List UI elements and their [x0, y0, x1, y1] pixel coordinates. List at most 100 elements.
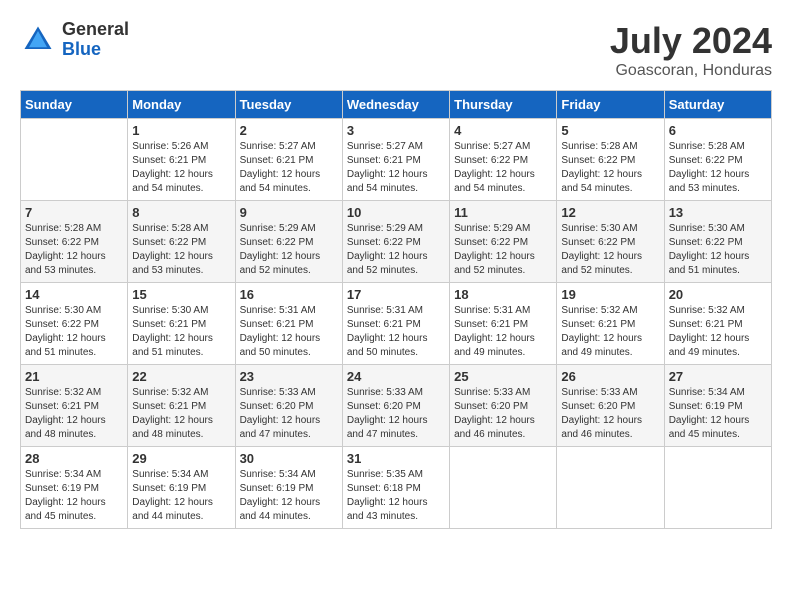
day-info: Sunrise: 5:33 AMSunset: 6:20 PMDaylight:…	[454, 386, 552, 442]
day-number: 21	[25, 369, 123, 384]
col-thursday: Thursday	[450, 91, 557, 119]
day-number: 11	[454, 205, 552, 220]
calendar-week-row: 14 Sunrise: 5:30 AMSunset: 6:22 PMDaylig…	[21, 283, 772, 365]
calendar-table: Sunday Monday Tuesday Wednesday Thursday…	[20, 90, 772, 529]
day-number: 1	[132, 123, 230, 138]
header: General Blue July 2024 Goascoran, Hondur…	[20, 20, 772, 80]
day-number: 31	[347, 451, 445, 466]
day-info: Sunrise: 5:32 AMSunset: 6:21 PMDaylight:…	[561, 304, 659, 360]
col-sunday: Sunday	[21, 91, 128, 119]
day-info: Sunrise: 5:28 AMSunset: 6:22 PMDaylight:…	[669, 140, 767, 196]
day-info: Sunrise: 5:34 AMSunset: 6:19 PMDaylight:…	[132, 468, 230, 524]
day-number: 6	[669, 123, 767, 138]
table-row	[21, 119, 128, 201]
col-friday: Friday	[557, 91, 664, 119]
table-row: 29 Sunrise: 5:34 AMSunset: 6:19 PMDaylig…	[128, 447, 235, 529]
day-info: Sunrise: 5:32 AMSunset: 6:21 PMDaylight:…	[132, 386, 230, 442]
table-row: 1 Sunrise: 5:26 AMSunset: 6:21 PMDayligh…	[128, 119, 235, 201]
col-monday: Monday	[128, 91, 235, 119]
table-row: 3 Sunrise: 5:27 AMSunset: 6:21 PMDayligh…	[342, 119, 449, 201]
table-row: 9 Sunrise: 5:29 AMSunset: 6:22 PMDayligh…	[235, 201, 342, 283]
day-info: Sunrise: 5:28 AMSunset: 6:22 PMDaylight:…	[561, 140, 659, 196]
day-number: 15	[132, 287, 230, 302]
table-row: 6 Sunrise: 5:28 AMSunset: 6:22 PMDayligh…	[664, 119, 771, 201]
table-row	[664, 447, 771, 529]
day-number: 16	[240, 287, 338, 302]
day-number: 29	[132, 451, 230, 466]
table-row	[450, 447, 557, 529]
calendar-week-row: 7 Sunrise: 5:28 AMSunset: 6:22 PMDayligh…	[21, 201, 772, 283]
day-info: Sunrise: 5:35 AMSunset: 6:18 PMDaylight:…	[347, 468, 445, 524]
day-info: Sunrise: 5:33 AMSunset: 6:20 PMDaylight:…	[347, 386, 445, 442]
table-row: 25 Sunrise: 5:33 AMSunset: 6:20 PMDaylig…	[450, 365, 557, 447]
day-number: 13	[669, 205, 767, 220]
table-row: 24 Sunrise: 5:33 AMSunset: 6:20 PMDaylig…	[342, 365, 449, 447]
table-row: 17 Sunrise: 5:31 AMSunset: 6:21 PMDaylig…	[342, 283, 449, 365]
calendar-header-row: Sunday Monday Tuesday Wednesday Thursday…	[21, 91, 772, 119]
day-info: Sunrise: 5:29 AMSunset: 6:22 PMDaylight:…	[454, 222, 552, 278]
table-row: 26 Sunrise: 5:33 AMSunset: 6:20 PMDaylig…	[557, 365, 664, 447]
month-year-title: July 2024	[610, 20, 772, 62]
day-info: Sunrise: 5:33 AMSunset: 6:20 PMDaylight:…	[561, 386, 659, 442]
day-info: Sunrise: 5:28 AMSunset: 6:22 PMDaylight:…	[132, 222, 230, 278]
day-number: 17	[347, 287, 445, 302]
day-info: Sunrise: 5:34 AMSunset: 6:19 PMDaylight:…	[240, 468, 338, 524]
day-number: 14	[25, 287, 123, 302]
day-info: Sunrise: 5:34 AMSunset: 6:19 PMDaylight:…	[25, 468, 123, 524]
day-number: 2	[240, 123, 338, 138]
day-info: Sunrise: 5:31 AMSunset: 6:21 PMDaylight:…	[240, 304, 338, 360]
logo: General Blue	[20, 20, 129, 60]
table-row: 5 Sunrise: 5:28 AMSunset: 6:22 PMDayligh…	[557, 119, 664, 201]
calendar-week-row: 21 Sunrise: 5:32 AMSunset: 6:21 PMDaylig…	[21, 365, 772, 447]
day-info: Sunrise: 5:27 AMSunset: 6:21 PMDaylight:…	[347, 140, 445, 196]
logo-icon	[20, 22, 56, 58]
day-number: 5	[561, 123, 659, 138]
table-row: 11 Sunrise: 5:29 AMSunset: 6:22 PMDaylig…	[450, 201, 557, 283]
day-info: Sunrise: 5:29 AMSunset: 6:22 PMDaylight:…	[347, 222, 445, 278]
logo-blue-text: Blue	[62, 39, 101, 59]
table-row: 7 Sunrise: 5:28 AMSunset: 6:22 PMDayligh…	[21, 201, 128, 283]
day-number: 22	[132, 369, 230, 384]
day-number: 4	[454, 123, 552, 138]
table-row: 4 Sunrise: 5:27 AMSunset: 6:22 PMDayligh…	[450, 119, 557, 201]
day-info: Sunrise: 5:31 AMSunset: 6:21 PMDaylight:…	[347, 304, 445, 360]
col-wednesday: Wednesday	[342, 91, 449, 119]
table-row: 30 Sunrise: 5:34 AMSunset: 6:19 PMDaylig…	[235, 447, 342, 529]
table-row: 13 Sunrise: 5:30 AMSunset: 6:22 PMDaylig…	[664, 201, 771, 283]
calendar-week-row: 1 Sunrise: 5:26 AMSunset: 6:21 PMDayligh…	[21, 119, 772, 201]
table-row: 19 Sunrise: 5:32 AMSunset: 6:21 PMDaylig…	[557, 283, 664, 365]
day-info: Sunrise: 5:32 AMSunset: 6:21 PMDaylight:…	[25, 386, 123, 442]
col-tuesday: Tuesday	[235, 91, 342, 119]
day-info: Sunrise: 5:31 AMSunset: 6:21 PMDaylight:…	[454, 304, 552, 360]
day-number: 18	[454, 287, 552, 302]
table-row: 22 Sunrise: 5:32 AMSunset: 6:21 PMDaylig…	[128, 365, 235, 447]
table-row: 21 Sunrise: 5:32 AMSunset: 6:21 PMDaylig…	[21, 365, 128, 447]
table-row: 16 Sunrise: 5:31 AMSunset: 6:21 PMDaylig…	[235, 283, 342, 365]
day-number: 10	[347, 205, 445, 220]
day-number: 12	[561, 205, 659, 220]
day-info: Sunrise: 5:33 AMSunset: 6:20 PMDaylight:…	[240, 386, 338, 442]
day-number: 28	[25, 451, 123, 466]
table-row	[557, 447, 664, 529]
day-number: 26	[561, 369, 659, 384]
day-number: 27	[669, 369, 767, 384]
table-row: 10 Sunrise: 5:29 AMSunset: 6:22 PMDaylig…	[342, 201, 449, 283]
day-info: Sunrise: 5:30 AMSunset: 6:21 PMDaylight:…	[132, 304, 230, 360]
day-number: 25	[454, 369, 552, 384]
day-info: Sunrise: 5:29 AMSunset: 6:22 PMDaylight:…	[240, 222, 338, 278]
table-row: 27 Sunrise: 5:34 AMSunset: 6:19 PMDaylig…	[664, 365, 771, 447]
table-row: 2 Sunrise: 5:27 AMSunset: 6:21 PMDayligh…	[235, 119, 342, 201]
day-number: 9	[240, 205, 338, 220]
table-row: 23 Sunrise: 5:33 AMSunset: 6:20 PMDaylig…	[235, 365, 342, 447]
day-info: Sunrise: 5:30 AMSunset: 6:22 PMDaylight:…	[561, 222, 659, 278]
logo-general-text: General	[62, 19, 129, 39]
day-info: Sunrise: 5:34 AMSunset: 6:19 PMDaylight:…	[669, 386, 767, 442]
day-number: 24	[347, 369, 445, 384]
day-number: 20	[669, 287, 767, 302]
day-info: Sunrise: 5:32 AMSunset: 6:21 PMDaylight:…	[669, 304, 767, 360]
table-row: 28 Sunrise: 5:34 AMSunset: 6:19 PMDaylig…	[21, 447, 128, 529]
calendar-week-row: 28 Sunrise: 5:34 AMSunset: 6:19 PMDaylig…	[21, 447, 772, 529]
day-number: 8	[132, 205, 230, 220]
table-row: 20 Sunrise: 5:32 AMSunset: 6:21 PMDaylig…	[664, 283, 771, 365]
table-row: 12 Sunrise: 5:30 AMSunset: 6:22 PMDaylig…	[557, 201, 664, 283]
